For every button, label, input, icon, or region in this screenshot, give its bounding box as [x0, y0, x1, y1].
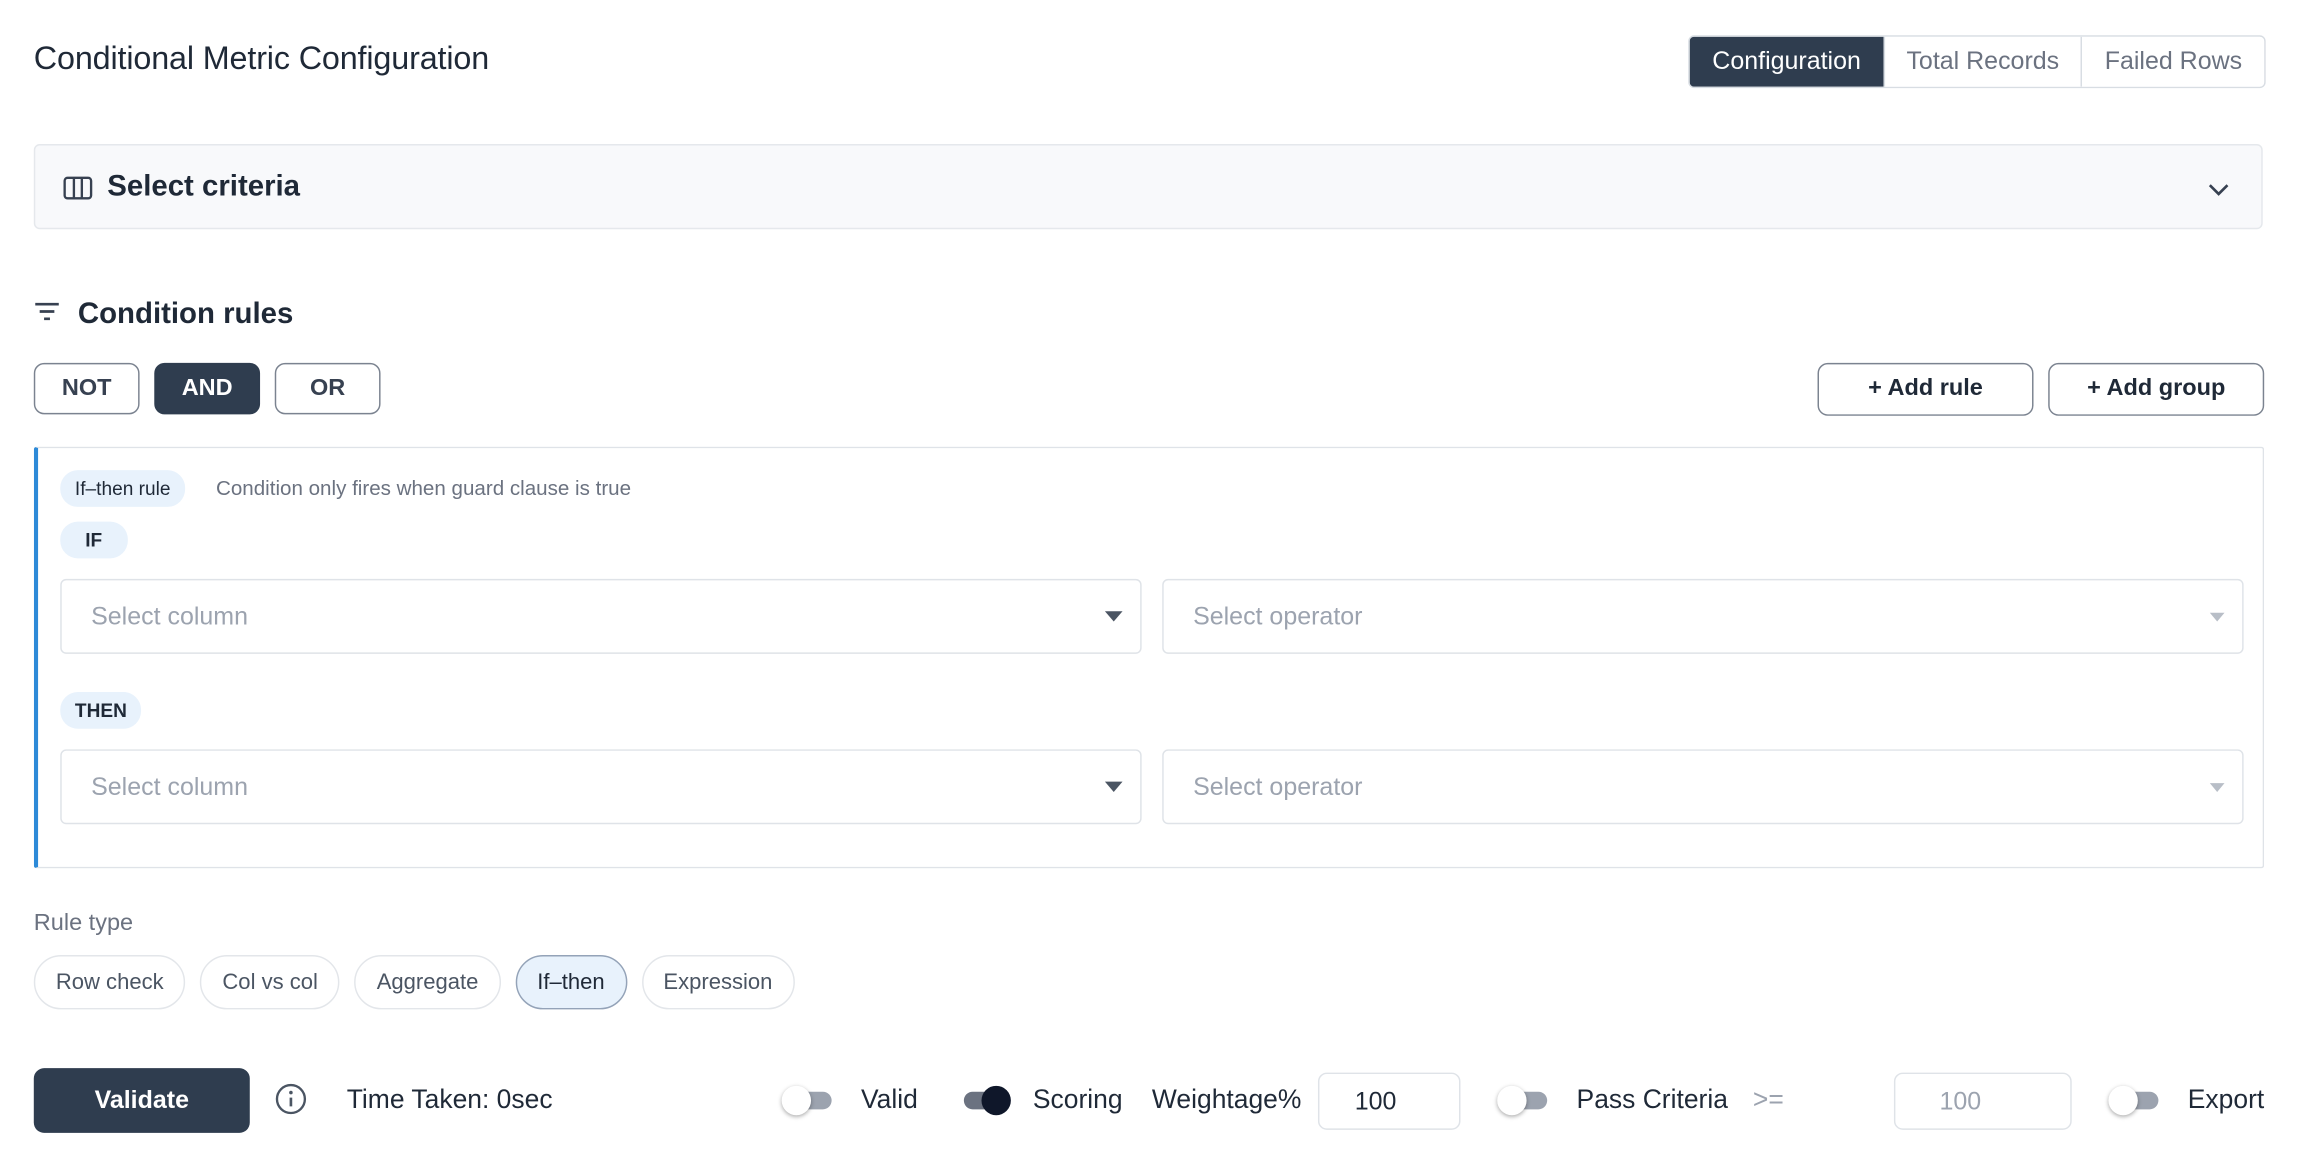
select-criteria-label: Select criteria — [107, 170, 301, 203]
view-tabs: Configuration Total Records Failed Rows — [1688, 35, 2266, 89]
then-column-placeholder: Select column — [91, 772, 248, 801]
toggle-knob — [781, 1085, 812, 1116]
caret-down-icon — [2209, 783, 2225, 792]
condition-rules-header: Condition rules — [34, 298, 294, 332]
filter-icon — [34, 301, 60, 329]
if-operator-select[interactable]: Select operator — [1162, 578, 2244, 654]
pass-value-input[interactable]: 100 — [1893, 1072, 2072, 1130]
if-operator-placeholder: Select operator — [1193, 602, 1363, 631]
valid-toggle[interactable] — [781, 1085, 835, 1116]
if-column-select[interactable]: Select column — [60, 578, 1142, 654]
if-column-placeholder: Select column — [91, 602, 248, 631]
toggle-knob — [2108, 1085, 2138, 1116]
scoring-toggle[interactable] — [958, 1085, 1011, 1116]
chip-aggregate[interactable]: Aggregate — [354, 955, 501, 1010]
comparator: >= — [1752, 1084, 1784, 1114]
and-button[interactable]: AND — [154, 362, 261, 415]
not-button[interactable]: NOT — [33, 362, 140, 415]
toggle-knob — [981, 1085, 1011, 1116]
validate-button[interactable]: Validate — [33, 1068, 250, 1133]
time-taken: Time Taken: 0sec — [346, 1084, 553, 1114]
or-button[interactable]: OR — [274, 362, 381, 415]
chip-row-check[interactable]: Row check — [33, 955, 186, 1010]
rule-type-label: Rule type — [33, 910, 134, 936]
pass-criteria-toggle[interactable] — [1497, 1085, 1550, 1116]
select-criteria-accordion[interactable]: Select criteria — [33, 143, 2263, 230]
caret-down-icon — [1104, 611, 1123, 622]
conditional-metric-page: Conditional Metric Configuration Configu… — [0, 0, 2298, 1170]
weightage-label: Weightage% — [1151, 1084, 1302, 1114]
export-label: Export — [2187, 1084, 2265, 1114]
add-group-button[interactable]: + Add group — [2048, 362, 2265, 416]
chip-col-vs-col[interactable]: Col vs col — [200, 955, 340, 1010]
info-icon[interactable] — [275, 1083, 307, 1123]
rule-hint: Condition only fires when guard clause i… — [215, 476, 632, 500]
page-title: Conditional Metric Configuration — [33, 39, 490, 77]
if-then-rule-card: If–then rule Condition only fires when g… — [33, 446, 2265, 869]
caret-down-icon — [2209, 612, 2225, 622]
chip-expression[interactable]: Expression — [641, 955, 795, 1010]
add-rule-button[interactable]: + Add rule — [1817, 362, 2034, 416]
columns-icon — [63, 176, 93, 207]
toggle-knob — [1497, 1085, 1527, 1116]
chip-if-then[interactable]: If–then — [515, 955, 627, 1010]
then-operator-select[interactable]: Select operator — [1162, 749, 2244, 825]
chevron-down-icon[interactable] — [2208, 178, 2229, 204]
caret-down-icon — [1104, 781, 1123, 792]
tab-total-records[interactable]: Total Records — [1882, 36, 2082, 87]
then-operator-placeholder: Select operator — [1193, 772, 1363, 801]
tab-failed-rows[interactable]: Failed Rows — [2081, 36, 2265, 87]
valid-label: Valid — [861, 1084, 918, 1114]
add-actions: + Add rule + Add group — [1817, 362, 2265, 416]
condition-rules-title: Condition rules — [77, 298, 294, 331]
rule-type-badge: If–then rule — [60, 470, 186, 507]
tab-configuration[interactable]: Configuration — [1690, 36, 1883, 87]
then-badge: THEN — [60, 692, 142, 729]
if-badge: IF — [60, 521, 128, 559]
pass-criteria-label: Pass Criteria — [1576, 1084, 1728, 1114]
export-toggle[interactable] — [2108, 1085, 2161, 1116]
logic-operator-group: NOT AND OR — [33, 362, 381, 415]
then-column-select[interactable]: Select column — [60, 749, 1142, 825]
rule-type-chips: Row check Col vs col Aggregate If–then E… — [33, 955, 795, 1010]
scoring-label: Scoring — [1032, 1084, 1123, 1114]
weightage-input[interactable]: 100 — [1317, 1072, 1461, 1130]
